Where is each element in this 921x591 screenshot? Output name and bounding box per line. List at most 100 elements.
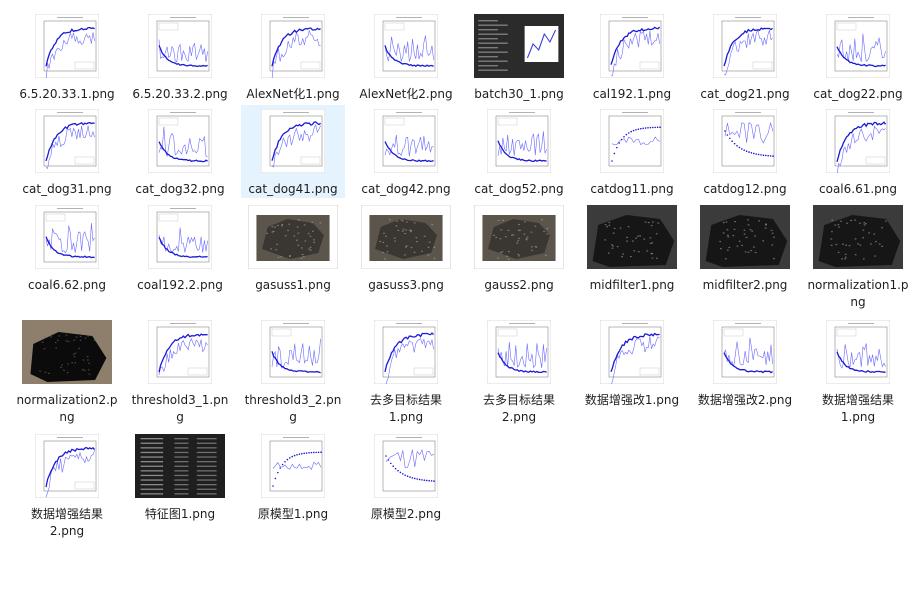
file-name-label: coal6.62.png [28, 278, 106, 292]
file-thumbnail [19, 10, 115, 82]
file-name-label: normalization2.png [16, 393, 118, 424]
file-item[interactable]: coal6.62.png [15, 201, 119, 294]
file-thumbnail [132, 316, 228, 388]
file-name-label: 去多目标结果2.png [482, 393, 555, 424]
file-thumbnail [697, 105, 793, 177]
file-item[interactable]: cat_dog31.png [15, 105, 119, 198]
file-item[interactable]: cat_dog42.png [354, 105, 458, 198]
file-thumbnail [471, 105, 567, 177]
image-preview [22, 320, 112, 384]
image-preview [487, 109, 551, 173]
file-name-label: coal192.2.png [137, 278, 223, 292]
file-name-label: cat_dog31.png [22, 182, 112, 196]
file-name-label: cat_dog42.png [361, 182, 451, 196]
file-item[interactable]: coal192.2.png [128, 201, 232, 294]
image-preview [261, 14, 325, 78]
image-preview [826, 320, 890, 384]
file-item[interactable]: 数据增强结果2.png [15, 430, 119, 540]
image-preview [826, 14, 890, 78]
file-item[interactable]: gasuss3.png [354, 201, 458, 294]
file-item[interactable]: catdog11.png [580, 105, 684, 198]
file-thumbnail [471, 316, 567, 388]
image-preview [700, 205, 790, 269]
image-preview [35, 434, 99, 498]
file-thumbnail [471, 201, 567, 273]
image-preview [361, 205, 451, 269]
file-item[interactable]: cat_dog22.png [806, 10, 910, 103]
file-item[interactable]: catdog12.png [693, 105, 797, 198]
file-name-label: cat_dog41.png [248, 182, 338, 196]
image-preview [35, 109, 99, 173]
file-name-label: catdog11.png [590, 182, 674, 196]
file-item[interactable]: 特征图1.png [128, 430, 232, 523]
file-item[interactable]: cat_dog52.png [467, 105, 571, 198]
file-name-label: 6.5.20.33.1.png [19, 87, 115, 101]
file-item[interactable]: cat_dog41.png [241, 105, 345, 198]
file-item[interactable]: coal6.61.png [806, 105, 910, 198]
file-thumbnail [697, 316, 793, 388]
file-item[interactable]: 数据增强改2.png [693, 316, 797, 409]
file-thumbnail [810, 105, 906, 177]
image-preview [261, 434, 325, 498]
file-item[interactable]: 6.5.20.33.2.png [128, 10, 232, 103]
file-thumbnail [358, 316, 454, 388]
file-item[interactable]: 6.5.20.33.1.png [15, 10, 119, 103]
file-item[interactable]: AlexNet化1.png [241, 10, 345, 103]
file-name-label: cat_dog32.png [135, 182, 225, 196]
file-thumbnail [245, 105, 341, 177]
file-name-label: 原模型2.png [370, 507, 442, 521]
image-preview [713, 320, 777, 384]
file-item[interactable]: AlexNet化2.png [354, 10, 458, 103]
image-preview [35, 14, 99, 78]
file-item[interactable]: normalization1.png [806, 201, 910, 311]
file-thumbnail [584, 316, 680, 388]
file-name-label: 数据增强结果1.png [821, 393, 894, 424]
image-preview [374, 109, 438, 173]
file-name-label: midfilter2.png [702, 278, 788, 292]
file-item[interactable]: 数据增强改1.png [580, 316, 684, 409]
file-item[interactable]: batch30_1.png [467, 10, 571, 103]
file-grid: 6.5.20.33.1.png 6.5.20.33.2.png AlexNet化1.… [0, 0, 921, 591]
file-item[interactable]: midfilter2.png [693, 201, 797, 294]
file-thumbnail [697, 10, 793, 82]
file-thumbnail [245, 430, 341, 502]
file-item[interactable]: cat_dog32.png [128, 105, 232, 198]
image-preview [374, 14, 438, 78]
file-name-label: catdog12.png [703, 182, 787, 196]
file-item[interactable]: cal192.1.png [580, 10, 684, 103]
file-name-label: gauss2.png [484, 278, 554, 292]
file-item[interactable]: threshold3_2.png [241, 316, 345, 426]
file-item[interactable]: gauss2.png [467, 201, 571, 294]
file-thumbnail [132, 430, 228, 502]
image-preview [35, 205, 99, 269]
file-name-label: AlexNet化2.png [359, 87, 453, 101]
image-preview [261, 320, 325, 384]
file-thumbnail [19, 430, 115, 502]
file-item[interactable]: cat_dog21.png [693, 10, 797, 103]
file-name-label: cat_dog52.png [474, 182, 564, 196]
file-item[interactable]: 原模型1.png [241, 430, 345, 523]
image-preview [148, 320, 212, 384]
file-thumbnail [132, 201, 228, 273]
file-item[interactable]: 原模型2.png [354, 430, 458, 523]
file-item[interactable]: 数据增强结果1.png [806, 316, 910, 426]
image-preview [374, 320, 438, 384]
file-item[interactable]: threshold3_1.png [128, 316, 232, 426]
file-item[interactable]: gasuss1.png [241, 201, 345, 294]
file-item[interactable]: 去多目标结果1.png [354, 316, 458, 426]
file-thumbnail [810, 10, 906, 82]
file-thumbnail [584, 201, 680, 273]
file-name-label: cal192.1.png [592, 87, 672, 101]
file-name-label: cat_dog21.png [700, 87, 790, 101]
file-thumbnail [810, 201, 906, 273]
file-thumbnail [358, 430, 454, 502]
image-preview [826, 109, 890, 173]
file-name-label: gasuss3.png [368, 278, 444, 292]
file-item[interactable]: normalization2.png [15, 316, 119, 426]
file-name-label: coal6.61.png [819, 182, 897, 196]
file-name-label: cat_dog22.png [813, 87, 903, 101]
file-item[interactable]: 去多目标结果2.png [467, 316, 571, 426]
file-item[interactable]: midfilter1.png [580, 201, 684, 294]
image-preview [600, 14, 664, 78]
image-preview [474, 14, 564, 78]
